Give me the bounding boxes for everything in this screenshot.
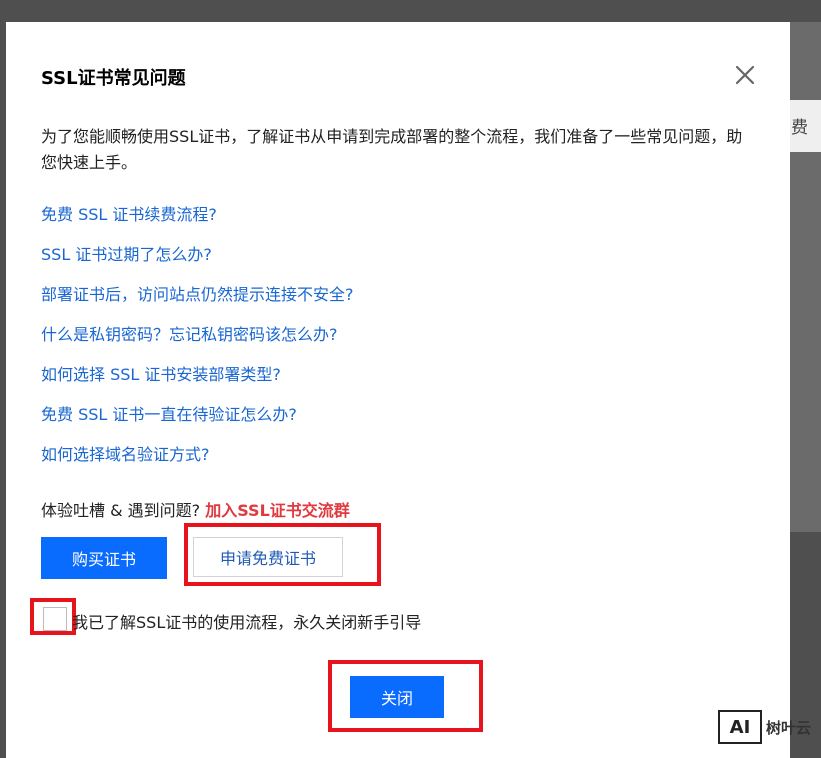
- watermark-logo: AI: [718, 710, 762, 744]
- dismiss-guide-checkbox[interactable]: [43, 607, 67, 631]
- dialog-intro: 为了您能顺畅使用SSL证书，了解证书从申请到完成部署的整个流程，我们准备了一些常…: [41, 127, 743, 172]
- faq-link-deploy-type[interactable]: 如何选择 SSL 证书安装部署类型?: [41, 362, 354, 402]
- dismiss-guide-label: 我已了解SSL证书的使用流程，永久关闭新手引导: [72, 613, 422, 632]
- faq-list: 免费 SSL 证书续费流程? SSL 证书过期了怎么办? 部署证书后，访问站点仍…: [41, 202, 354, 482]
- faq-link-renewal[interactable]: 免费 SSL 证书续费流程?: [41, 202, 354, 242]
- feedback-line: 体验吐槽 & 遇到问题? 加入SSL证书交流群: [41, 497, 350, 521]
- feedback-text: 体验吐槽 & 遇到问题?: [41, 501, 201, 520]
- faq-link-private-key[interactable]: 什么是私钥密码？忘记私钥密码该怎么办?: [41, 322, 354, 362]
- faq-link-pending-validation[interactable]: 免费 SSL 证书一直在待验证怎么办?: [41, 402, 354, 442]
- buy-certificate-button[interactable]: 购买证书: [41, 537, 167, 579]
- watermark: AI 树叶云: [718, 710, 811, 744]
- join-group-link[interactable]: 加入SSL证书交流群: [205, 501, 350, 520]
- background-side-text: 费: [791, 118, 808, 138]
- watermark-text: 树叶云: [766, 718, 812, 737]
- apply-free-certificate-button[interactable]: 申请免费证书: [193, 537, 343, 577]
- close-button[interactable]: 关闭: [350, 676, 444, 718]
- faq-link-domain-validation[interactable]: 如何选择域名验证方式?: [41, 442, 354, 482]
- close-icon[interactable]: [732, 62, 758, 88]
- dialog-title: SSL证书常见问题: [41, 68, 186, 89]
- faq-link-insecure[interactable]: 部署证书后，访问站点仍然提示连接不安全?: [41, 282, 354, 322]
- ssl-faq-dialog: SSL证书常见问题 为了您能顺畅使用SSL证书，了解证书从申请到完成部署的整个流…: [6, 22, 790, 758]
- faq-link-expired[interactable]: SSL 证书过期了怎么办?: [41, 242, 354, 282]
- background-page-strip: [790, 22, 821, 532]
